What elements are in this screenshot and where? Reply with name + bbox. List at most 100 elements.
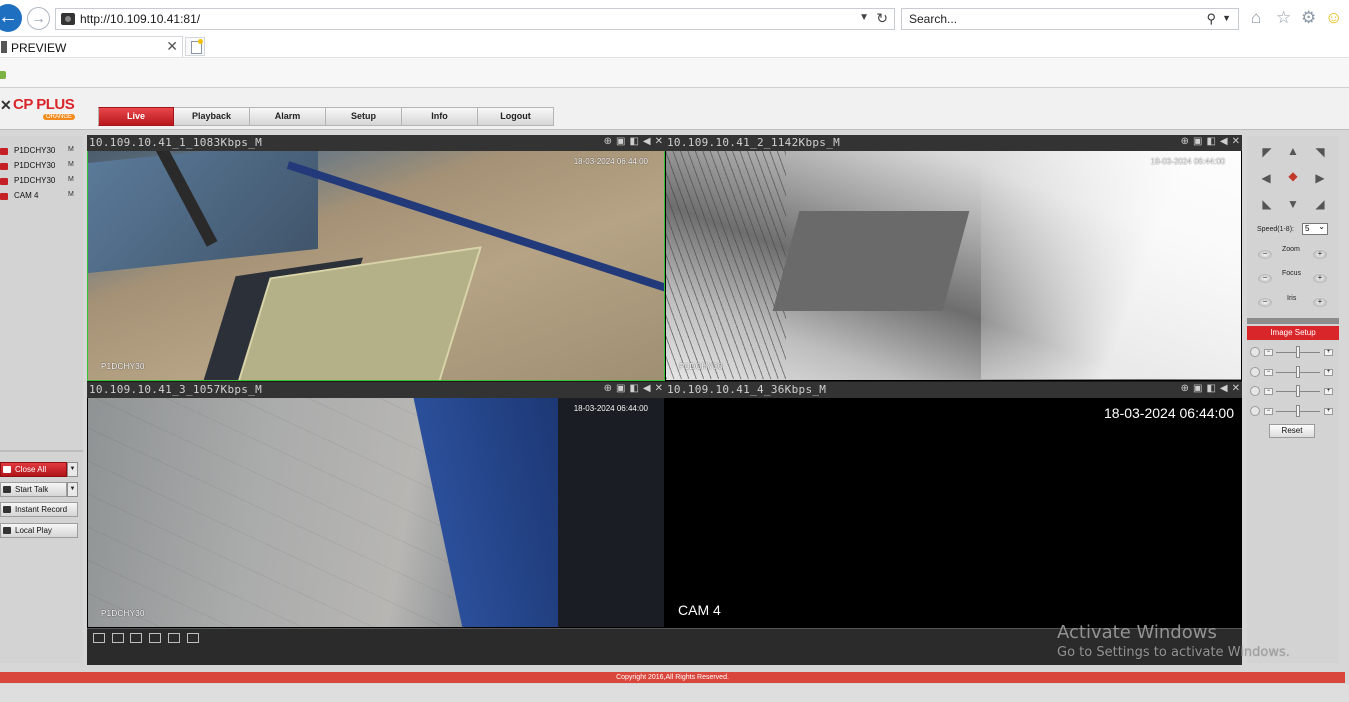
slider-plus-button[interactable]: + <box>1324 349 1333 356</box>
video-cell-1[interactable]: 10.109.10.41_1_1083Kbps_M ⊕ ▣ ◧ ◀ ✕ 18-0… <box>87 135 665 381</box>
tab-close-icon[interactable]: ✕ <box>166 38 178 55</box>
zoom-icon[interactable]: ⊕ <box>1181 383 1189 394</box>
start-talk-dropdown-icon[interactable]: ▼ <box>67 482 78 497</box>
channel-item[interactable]: P1DCHY30 M <box>0 174 83 189</box>
slider-minus-button[interactable]: − <box>1264 369 1273 376</box>
record-icon[interactable]: ◧ <box>629 383 638 394</box>
slider-plus-button[interactable]: + <box>1324 408 1333 415</box>
channel-item[interactable]: P1DCHY30 M <box>0 144 83 159</box>
contrast-slider[interactable]: − + <box>1250 366 1336 378</box>
forward-arrow-icon[interactable]: → <box>27 7 50 30</box>
speed-select[interactable]: 5 <box>1302 222 1328 235</box>
slider-minus-button[interactable]: − <box>1264 388 1273 395</box>
nav-live[interactable]: Live <box>98 107 174 126</box>
saturation-slider[interactable]: − + <box>1250 385 1336 397</box>
layout-stretch-icon[interactable] <box>149 633 161 643</box>
focus-plus-button[interactable]: + <box>1313 274 1327 283</box>
zoom-icon[interactable]: ⊕ <box>1181 136 1189 147</box>
video-feed[interactable]: 18-03-2024 06:44:00 P1DCHY30 <box>88 151 664 380</box>
video-feed[interactable]: 18-03-2024 06:44:00 P1DCHY30 <box>666 151 1241 380</box>
instant-record-button[interactable]: Instant Record <box>0 502 78 517</box>
fullscreen-icon[interactable] <box>130 633 142 643</box>
slider-thumb[interactable] <box>1296 366 1300 378</box>
ptz-left-icon[interactable]: ◀ <box>1259 171 1273 185</box>
slider-thumb[interactable] <box>1296 405 1300 417</box>
slider-thumb[interactable] <box>1296 385 1300 397</box>
layout-4-icon[interactable] <box>187 633 199 643</box>
local-play-button[interactable]: Local Play <box>0 523 78 538</box>
nav-logout[interactable]: Logout <box>478 107 554 126</box>
slider-plus-button[interactable]: + <box>1324 388 1333 395</box>
snapshot-icon[interactable]: ▣ <box>616 383 625 394</box>
close-all-dropdown-icon[interactable]: ▼ <box>67 462 78 477</box>
audio-icon[interactable]: ◀ <box>1220 383 1228 394</box>
record-icon[interactable]: ◧ <box>1206 136 1215 147</box>
channel-item[interactable]: CAM 4 M <box>0 189 83 204</box>
url-text[interactable]: http://10.109.10.41:81/ <box>80 12 200 26</box>
nav-playback[interactable]: Playback <box>174 107 250 126</box>
favorites-star-icon[interactable]: ☆ <box>1276 8 1291 28</box>
slider-plus-button[interactable]: + <box>1324 369 1333 376</box>
zoom-icon[interactable]: ⊕ <box>604 383 612 394</box>
layout-16-icon[interactable] <box>93 633 105 643</box>
audio-icon[interactable]: ◀ <box>643 383 651 394</box>
favorite-site-icon[interactable] <box>0 71 6 79</box>
ptz-up-left-icon[interactable]: ◤ <box>1260 145 1274 159</box>
slider-minus-button[interactable]: − <box>1264 349 1273 356</box>
close-all-button[interactable]: Close All <box>0 462 67 477</box>
nav-info[interactable]: Info <box>402 107 478 126</box>
snapshot-icon[interactable]: ▣ <box>1193 383 1202 394</box>
slider-thumb[interactable] <box>1296 346 1300 358</box>
url-dropdown-icon[interactable]: ▼ <box>859 12 869 23</box>
channel-item[interactable]: P1DCHY30 M <box>0 159 83 174</box>
ptz-center-icon[interactable]: ◆ <box>1286 169 1300 183</box>
ptz-right-icon[interactable]: ▶ <box>1313 171 1327 185</box>
audio-icon[interactable]: ◀ <box>643 136 651 147</box>
brightness-slider[interactable]: − + <box>1250 346 1336 358</box>
zoom-minus-button[interactable]: − <box>1258 250 1272 259</box>
slider-minus-button[interactable]: − <box>1264 408 1273 415</box>
search-box[interactable]: Search... ⚲ ▼ <box>901 8 1239 30</box>
tab-preview[interactable]: PREVIEW ✕ <box>0 36 183 57</box>
close-icon[interactable]: ✕ <box>1232 383 1240 394</box>
nav-setup[interactable]: Setup <box>326 107 402 126</box>
start-talk-button[interactable]: Start Talk <box>0 482 67 497</box>
focus-minus-button[interactable]: − <box>1258 274 1272 283</box>
layout-9-icon[interactable] <box>112 633 124 643</box>
back-arrow-icon[interactable]: ← <box>0 4 22 32</box>
ptz-collapse-toggle[interactable] <box>1247 318 1339 324</box>
iris-plus-button[interactable]: + <box>1313 298 1327 307</box>
nav-alarm[interactable]: Alarm <box>250 107 326 126</box>
reset-button[interactable]: Reset <box>1269 424 1315 438</box>
refresh-icon[interactable]: ↻ <box>876 10 888 27</box>
ptz-down-right-icon[interactable]: ◢ <box>1313 197 1327 211</box>
audio-icon[interactable]: ◀ <box>1220 136 1228 147</box>
layout-1-icon[interactable] <box>168 633 180 643</box>
snapshot-icon[interactable]: ▣ <box>616 136 625 147</box>
video-feed[interactable]: 18-03-2024 06:44:00 CAM 4 <box>666 398 1241 627</box>
close-icon[interactable]: ✕ <box>655 136 663 147</box>
close-icon[interactable]: ✕ <box>655 383 663 394</box>
ptz-down-icon[interactable]: ▼ <box>1286 197 1300 211</box>
search-icon[interactable]: ⚲ <box>1206 11 1216 27</box>
video-cell-2[interactable]: 10.109.10.41_2_1142Kbps_M ⊕ ▣ ◧ ◀ ✕ 18-0… <box>665 135 1242 381</box>
hue-slider[interactable]: − + <box>1250 405 1336 417</box>
ptz-down-left-icon[interactable]: ◣ <box>1260 197 1274 211</box>
snapshot-icon[interactable]: ▣ <box>1193 136 1202 147</box>
zoom-plus-button[interactable]: + <box>1313 250 1327 259</box>
ptz-up-right-icon[interactable]: ◥ <box>1313 145 1327 159</box>
zoom-icon[interactable]: ⊕ <box>604 136 612 147</box>
home-icon[interactable]: ⌂ <box>1251 8 1261 28</box>
search-dropdown-icon[interactable]: ▼ <box>1222 13 1231 23</box>
record-icon[interactable]: ◧ <box>1206 383 1215 394</box>
ptz-up-icon[interactable]: ▲ <box>1286 144 1300 158</box>
feedback-smiley-icon[interactable]: ☺ <box>1325 8 1342 28</box>
search-input[interactable]: Search... <box>909 12 957 26</box>
close-icon[interactable]: ✕ <box>1232 136 1240 147</box>
video-cell-4[interactable]: 10.109.10.41_4_36Kbps_M ⊕ ▣ ◧ ◀ ✕ 18-03-… <box>665 382 1242 628</box>
address-bar[interactable]: http://10.109.10.41:81/ ▼ ↻ <box>55 8 895 30</box>
video-feed[interactable]: 18-03-2024 06:44:00 P1DCHY30 <box>88 398 664 627</box>
iris-minus-button[interactable]: − <box>1258 298 1272 307</box>
settings-gear-icon[interactable]: ⚙ <box>1301 8 1316 28</box>
record-icon[interactable]: ◧ <box>629 136 638 147</box>
